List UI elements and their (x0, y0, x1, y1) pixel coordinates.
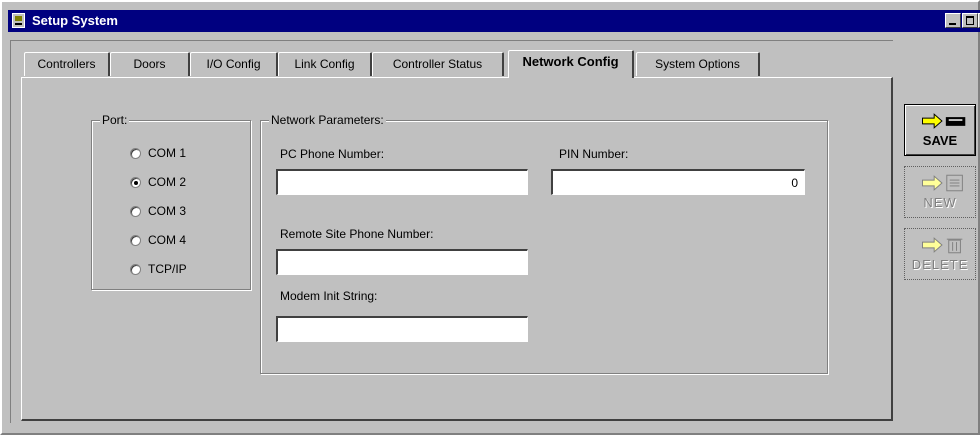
maximize-button[interactable] (962, 13, 978, 28)
port-group: Port: COM 1 COM 2 COM 3 COM 4 TCP/IP (91, 113, 251, 290)
tab-doors[interactable]: Doors (110, 52, 190, 76)
radio-button-icon[interactable] (130, 235, 141, 246)
minimize-button[interactable] (945, 13, 961, 28)
window-title: Setup System (32, 13, 118, 28)
arrow-trash-icon (922, 237, 963, 254)
radio-label: COM 4 (148, 233, 187, 247)
tab-io-config[interactable]: I/O Config (190, 52, 278, 76)
tab-controllers[interactable]: Controllers (24, 52, 110, 76)
radio-label: COM 3 (148, 204, 187, 218)
modem-init-input[interactable] (276, 316, 528, 342)
save-button[interactable]: SAVE (904, 104, 976, 156)
network-config-panel: Port: COM 1 COM 2 COM 3 COM 4 TCP/IP Net… (21, 77, 893, 421)
modem-init-label: Modem Init String: (280, 289, 378, 303)
pin-number-input[interactable] (551, 169, 805, 195)
pin-number-label: PIN Number: (559, 147, 629, 161)
save-button-label: SAVE (922, 133, 958, 148)
network-parameters-legend: Network Parameters: (269, 113, 386, 127)
tab-link-config[interactable]: Link Config (278, 52, 372, 76)
tab-network-config[interactable]: Network Config (508, 50, 634, 78)
tab-controller-status[interactable]: Controller Status (372, 52, 504, 76)
radio-label: COM 2 (148, 175, 187, 189)
tab-system-options[interactable]: System Options (636, 52, 760, 76)
radio-label: TCP/IP (148, 262, 187, 276)
radio-button-icon[interactable] (130, 148, 141, 159)
remote-phone-input[interactable] (276, 249, 528, 275)
new-button[interactable]: NEW (904, 166, 976, 218)
app-icon (12, 13, 25, 28)
pc-phone-label: PC Phone Number: (280, 147, 385, 161)
network-parameters-group: Network Parameters: PC Phone Number: PIN… (260, 113, 828, 374)
delete-button[interactable]: DELETE (904, 228, 976, 280)
radio-label: COM 1 (148, 146, 187, 160)
radio-button-icon[interactable] (130, 206, 141, 217)
radio-button-selected-icon[interactable] (130, 177, 141, 188)
arrow-disk-icon (922, 113, 966, 129)
radio-button-icon[interactable] (130, 264, 141, 275)
port-group-legend: Port: (100, 113, 130, 127)
pc-phone-input[interactable] (276, 169, 528, 195)
remote-phone-label: Remote Site Phone Number: (280, 227, 434, 241)
arrow-document-icon (922, 174, 963, 192)
delete-button-label: DELETE (911, 257, 969, 272)
title-bar[interactable]: Setup System ✕ (8, 10, 980, 32)
new-button-label: NEW (923, 195, 957, 210)
